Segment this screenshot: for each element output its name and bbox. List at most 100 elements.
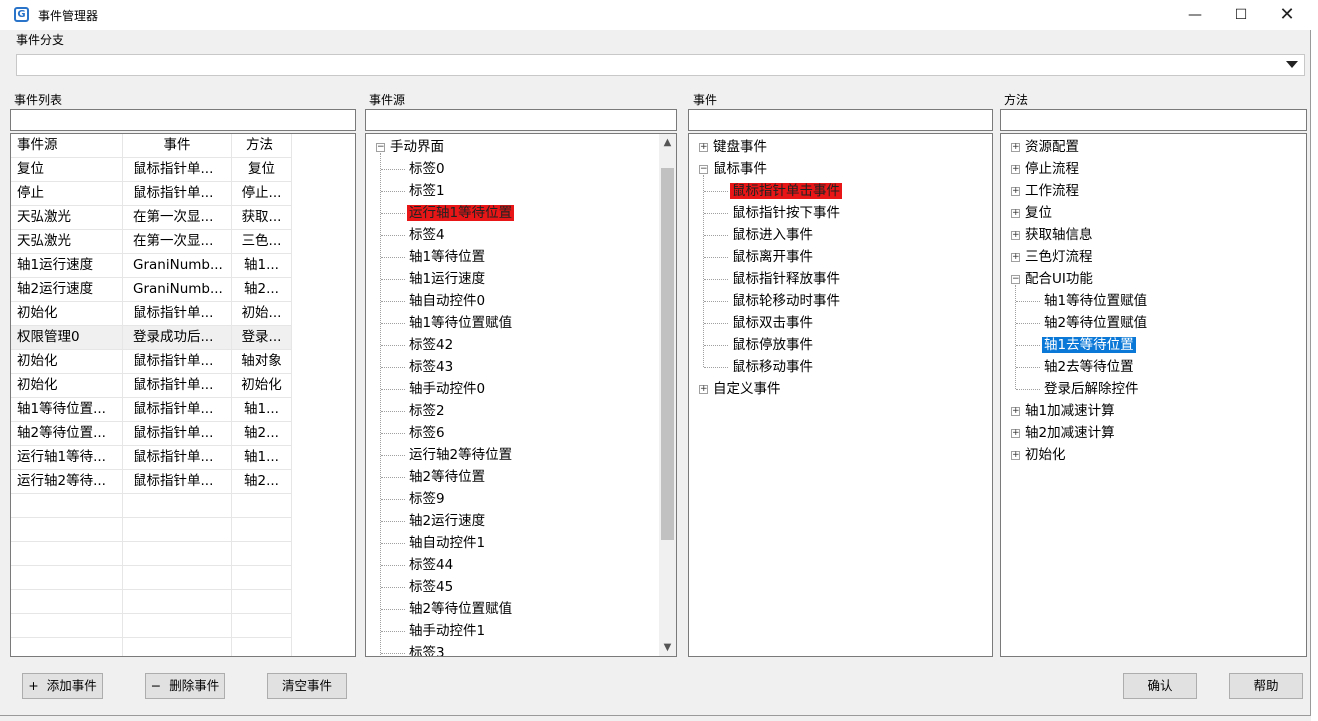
tree-item-source[interactable]: 轴手动控件1	[407, 620, 487, 642]
tree-item-source[interactable]: 标签4	[407, 224, 447, 246]
tree-child[interactable]: 轴2等待位置赋值	[1042, 312, 1149, 334]
chevron-up-icon[interactable]: ▲	[659, 134, 676, 151]
tree-group[interactable]: 自定义事件	[711, 378, 783, 400]
tree-item-source[interactable]: 轴1等待位置赋值	[407, 312, 514, 334]
tree-child[interactable]: 鼠标指针释放事件	[730, 268, 842, 290]
maximize-icon[interactable]: ☐	[1218, 0, 1264, 30]
collapse-icon[interactable]: −	[376, 143, 385, 152]
tree-item-source[interactable]: 标签43	[407, 356, 455, 378]
tree-item-source[interactable]: 轴2运行速度	[407, 510, 487, 532]
tree-group[interactable]: 工作流程	[1023, 180, 1081, 202]
tree-group[interactable]: 复位	[1023, 202, 1054, 224]
branch-select[interactable]	[16, 54, 1305, 76]
tree-group[interactable]: 资源配置	[1023, 136, 1081, 158]
tree-child[interactable]: 鼠标轮移动时事件	[730, 290, 842, 312]
expand-icon[interactable]: +	[1011, 451, 1020, 460]
tree-item-source[interactable]: 轴1等待位置	[407, 246, 487, 268]
tree-item-source[interactable]: 标签6	[407, 422, 447, 444]
minimize-icon[interactable]: —	[1172, 0, 1218, 30]
tree-item-source[interactable]: 标签0	[407, 158, 447, 180]
expand-icon[interactable]: +	[1011, 253, 1020, 262]
add-event-button[interactable]: + 添加事件	[22, 673, 103, 699]
tree-child[interactable]: 鼠标双击事件	[730, 312, 815, 334]
expand-icon[interactable]: +	[1011, 187, 1020, 196]
clear-events-button[interactable]: 清空事件	[267, 673, 347, 699]
tree-item-source[interactable]: 标签42	[407, 334, 455, 356]
events-filter-input[interactable]	[688, 109, 993, 131]
tree-child[interactable]: 轴1去等待位置	[1042, 334, 1136, 356]
tree-child[interactable]: 鼠标移动事件	[730, 356, 815, 378]
vertical-scrollbar[interactable]: ▲ ▼	[659, 134, 676, 656]
collapse-icon[interactable]: −	[699, 165, 708, 174]
tree-item-source[interactable]: 运行轴2等待位置	[407, 444, 514, 466]
tree-item-source[interactable]: 标签9	[407, 488, 447, 510]
tree-item-source[interactable]: 标签3	[407, 642, 447, 656]
expand-icon[interactable]: +	[1011, 407, 1020, 416]
tree-group[interactable]: 获取轴信息	[1023, 224, 1095, 246]
table-cell: 鼠标指针单...	[123, 350, 232, 374]
close-icon[interactable]: ✕	[1264, 0, 1310, 30]
column-header[interactable]: 事件源	[11, 134, 123, 158]
tree-child[interactable]: 鼠标进入事件	[730, 224, 815, 246]
tree-child[interactable]: 登录后解除控件	[1042, 378, 1141, 400]
tree-item-source[interactable]: 标签45	[407, 576, 455, 598]
tree-connector	[704, 345, 728, 346]
tree-item-source[interactable]: 轴1运行速度	[407, 268, 487, 290]
table-cell: 鼠标指针单...	[123, 182, 232, 206]
methods-tree[interactable]: + 资源配置 + 停止流程 + 工作流程 + 复位 + 获取轴信息 + 三色灯流程 − 配合UI功能 轴1等…	[1000, 133, 1307, 657]
event-source-tree[interactable]: − 手动界面 标签0 标签1 运行轴1等待位置标签4 轴1等待位置 轴1运行速度 轴自动控件0…	[365, 133, 677, 657]
chevron-down-icon[interactable]	[1286, 61, 1298, 68]
tree-item-source[interactable]: 轴自动控件1	[407, 532, 487, 554]
tree-item-source[interactable]: 轴自动控件0	[407, 290, 487, 312]
tree-group[interactable]: 轴1加减速计算	[1023, 400, 1117, 422]
ok-button[interactable]: 确认	[1123, 673, 1197, 699]
expand-icon[interactable]: +	[1011, 429, 1020, 438]
tree-item-source[interactable]: 标签2	[407, 400, 447, 422]
tree-group[interactable]: 初始化	[1023, 444, 1068, 466]
tree-item-source[interactable]: 标签44	[407, 554, 455, 576]
tree-group[interactable]: 轴2加减速计算	[1023, 422, 1117, 444]
tree-child[interactable]: 鼠标离开事件	[730, 246, 815, 268]
events-tree[interactable]: + 键盘事件 − 鼠标事件 鼠标指针单击事件 鼠标指针按下事件 鼠标进入事件 鼠标离开事件 鼠标…	[688, 133, 993, 657]
methods-filter-input[interactable]	[1000, 109, 1307, 131]
column-header[interactable]: 事件	[123, 134, 232, 158]
tree-item-source[interactable]: 标签1	[407, 180, 447, 202]
tree-child[interactable]: 鼠标停放事件	[730, 334, 815, 356]
expand-icon[interactable]: +	[1011, 165, 1020, 174]
tree-group[interactable]: 鼠标事件	[711, 158, 769, 180]
tree-item-label: 运行轴1等待位置	[407, 205, 515, 221]
tree-item-source[interactable]: 轴2等待位置赋值	[407, 598, 514, 620]
expand-icon[interactable]: +	[699, 143, 708, 152]
tree-group[interactable]: 停止流程	[1023, 158, 1081, 180]
tree-child[interactable]: 鼠标指针单击事件	[730, 180, 842, 202]
scrollbar-thumb[interactable]	[661, 168, 674, 540]
tree-group[interactable]: 配合UI功能	[1023, 268, 1095, 290]
event-source-filter-input[interactable]	[365, 109, 677, 131]
event-list-filter-input[interactable]	[10, 109, 356, 131]
column-header[interactable]: 方法	[232, 134, 292, 158]
event-list-table[interactable]: 事件源 事件 方法 复位 鼠标指针单... 复位 停止 鼠标指针单... 停止... 天弘激光 在第…	[10, 133, 356, 657]
tree-child[interactable]: 轴2去等待位置	[1042, 356, 1136, 378]
tree-root[interactable]: 手动界面	[388, 136, 446, 158]
tree-child[interactable]: 鼠标指针按下事件	[730, 202, 842, 224]
delete-event-button[interactable]: − 删除事件	[145, 673, 225, 699]
expand-icon[interactable]: +	[1011, 209, 1020, 218]
help-button[interactable]: 帮助	[1229, 673, 1303, 699]
table-cell: 登录成功后...	[123, 326, 232, 350]
chevron-down-icon[interactable]: ▼	[659, 639, 676, 656]
tree-connector	[381, 389, 405, 390]
tree-item-source[interactable]: 轴2等待位置	[407, 466, 487, 488]
expand-icon[interactable]: +	[699, 385, 708, 394]
table-cell	[11, 614, 123, 638]
tree-item-source[interactable]: 轴手动控件0	[407, 378, 487, 400]
table-cell: 在第一次显...	[123, 230, 232, 254]
expand-icon[interactable]: +	[1011, 231, 1020, 240]
tree-child[interactable]: 轴1等待位置赋值	[1042, 290, 1149, 312]
tree-group[interactable]: 三色灯流程	[1023, 246, 1095, 268]
table-cell: 鼠标指针单...	[123, 302, 232, 326]
tree-item-label: 鼠标指针单击事件	[730, 183, 842, 199]
tree-group[interactable]: 键盘事件	[711, 136, 769, 158]
tree-item-source[interactable]: 运行轴1等待位置	[407, 202, 515, 224]
expand-icon[interactable]: +	[1011, 143, 1020, 152]
collapse-icon[interactable]: −	[1011, 275, 1020, 284]
